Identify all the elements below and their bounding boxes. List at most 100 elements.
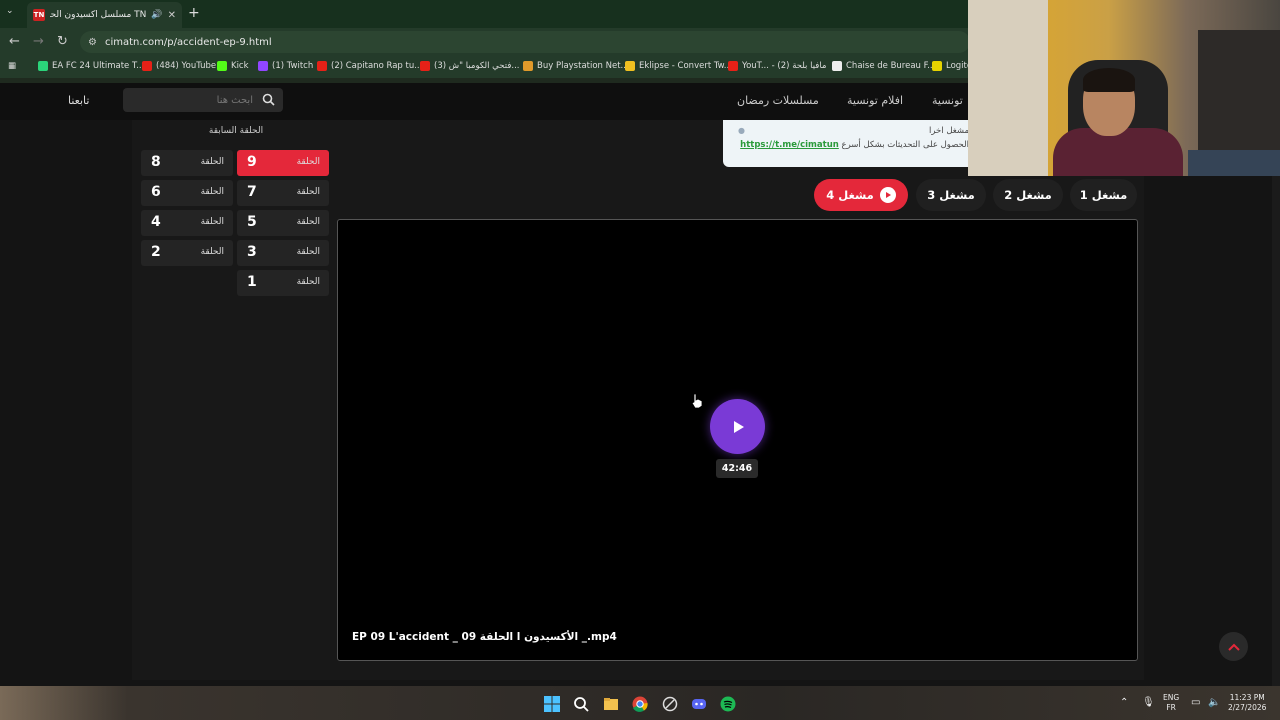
- bookmark-item[interactable]: YouT... - مافيا بلحة (2): [728, 61, 826, 71]
- previous-episode-title[interactable]: الحلقة السابقة: [140, 126, 332, 136]
- clock-time: 11:23 PM: [1229, 693, 1265, 702]
- lang-bottom: FR: [1166, 703, 1176, 712]
- episode-number: 5: [247, 214, 257, 230]
- search-icon[interactable]: [573, 696, 589, 712]
- bookmark-item[interactable]: Chaise de Bureau F...: [832, 61, 935, 71]
- page-edge: [1272, 176, 1280, 686]
- webcam-shelf: [1198, 30, 1280, 150]
- bullet-icon: ●: [738, 126, 745, 135]
- bookmark-label: (3) فتحي الكومبا "ش...: [434, 61, 520, 71]
- back-icon[interactable]: ←: [9, 34, 20, 49]
- follow-us-link[interactable]: تابعنا: [68, 94, 89, 107]
- tab-active[interactable]: TN TN مسلسل أكسيدون الحلقة 🔊 ✕: [27, 2, 182, 28]
- chrome-icon[interactable]: [632, 696, 648, 712]
- bookmark-label: (484) YouTube: [156, 61, 217, 71]
- search-box: [123, 88, 283, 112]
- episode-label: الحلقة: [200, 247, 224, 257]
- nav-ramadan-series[interactable]: مسلسلات رمضان: [737, 94, 819, 107]
- webcam-desk: [1188, 150, 1280, 176]
- scroll-to-top-button[interactable]: [1219, 632, 1248, 661]
- episode-4-button[interactable]: 4 الحلقة: [141, 210, 233, 236]
- discord-icon[interactable]: [691, 696, 707, 712]
- bookmark-item[interactable]: (1) Twitch: [258, 61, 313, 71]
- address-bar[interactable]: ⚙ cimatn.com/p/accident-ep-9.html: [80, 31, 970, 53]
- chevron-up-icon: [1227, 643, 1240, 651]
- episode-2-button[interactable]: 2 الحلقة: [141, 240, 233, 266]
- language-indicator[interactable]: ENG FR: [1163, 693, 1179, 713]
- episode-number: 7: [247, 184, 257, 200]
- bookmark-favicon-icon: [217, 61, 227, 71]
- video-player[interactable]: 42:46 EP 09 L'accident _ الحلقة 09 l الأ…: [337, 219, 1138, 661]
- bookmark-item[interactable]: Logite: [932, 61, 972, 71]
- close-tab-icon[interactable]: ✕: [168, 10, 176, 21]
- windows-start-icon[interactable]: [544, 696, 560, 712]
- bookmark-favicon-icon: [38, 61, 48, 71]
- play-circle-icon: [879, 187, 896, 203]
- tab-title: TN مسلسل أكسيدون الحلقة: [50, 10, 147, 20]
- episode-7-button[interactable]: 7 الحلقة: [237, 180, 329, 206]
- forward-icon[interactable]: →: [33, 34, 44, 49]
- bookmark-favicon-icon: [832, 61, 842, 71]
- clock-date: 2/27/2026: [1228, 703, 1267, 712]
- episode-number: 3: [247, 244, 257, 260]
- episode-8-button[interactable]: 8 الحلقة: [141, 150, 233, 176]
- taskbar: ⌃ 🎙 ENG FR ▭ 🔈 11:23 PM 2/27/2026: [0, 688, 1280, 720]
- site-info-icon[interactable]: ⚙: [88, 37, 97, 48]
- url-text[interactable]: cimatn.com/p/accident-ep-9.html: [105, 37, 272, 48]
- tray-chevron-icon[interactable]: ⌃: [1120, 698, 1128, 708]
- server-4-button[interactable]: مشغل 4: [814, 179, 908, 211]
- network-icon[interactable]: ▭: [1191, 698, 1200, 708]
- nav-tunisian[interactable]: تونسية: [932, 94, 963, 107]
- favicon-icon: TN: [33, 9, 45, 21]
- new-tab-icon[interactable]: +: [188, 5, 200, 21]
- episode-9-button[interactable]: 9 الحلقة: [237, 150, 329, 176]
- search-icon[interactable]: [262, 93, 275, 106]
- tab-search-chevron-icon[interactable]: ⌄: [6, 6, 14, 16]
- server-2-button[interactable]: مشغل 2: [993, 179, 1063, 211]
- nav-tunisian-movies[interactable]: افلام تونسية: [847, 94, 903, 107]
- bookmark-item[interactable]: Kick: [217, 61, 249, 71]
- bookmark-item[interactable]: (2) Capitano Rap tu...: [317, 61, 422, 71]
- reload-icon[interactable]: ↻: [57, 34, 68, 49]
- episode-number: 1: [247, 274, 257, 290]
- bookmark-item[interactable]: EA FC 24 Ultimate T...: [38, 61, 144, 71]
- bookmark-item[interactable]: Buy Playstation Net...: [523, 61, 629, 71]
- episode-6-button[interactable]: 6 الحلقة: [141, 180, 233, 206]
- bookmark-favicon-icon: [420, 61, 430, 71]
- bookmark-item[interactable]: (484) YouTube: [142, 61, 216, 71]
- server-3-label: مشغل 3: [927, 188, 975, 202]
- bookmark-favicon-icon: [625, 61, 635, 71]
- play-button[interactable]: [710, 399, 765, 454]
- server-4-label: مشغل 4: [826, 188, 874, 202]
- bookmark-label: Buy Playstation Net...: [537, 61, 629, 71]
- server-1-button[interactable]: مشغل 1: [1070, 179, 1137, 211]
- microphone-icon[interactable]: 🎙: [1142, 698, 1155, 708]
- apps-grid-icon[interactable]: ▦: [8, 61, 16, 71]
- play-icon: [733, 420, 744, 433]
- hand-cursor-icon: [691, 393, 703, 409]
- clock[interactable]: 11:23 PM 2/27/2026: [1228, 693, 1266, 713]
- episode-label: الحلقة: [296, 187, 320, 197]
- episode-number: 2: [151, 244, 161, 260]
- episode-3-button[interactable]: 3 الحلقة: [237, 240, 329, 266]
- episode-label: الحلقة: [296, 277, 320, 287]
- speaker-icon[interactable]: 🔊: [151, 10, 162, 20]
- search-input[interactable]: [133, 88, 253, 112]
- episode-label: الحلقة: [296, 247, 320, 257]
- app-icon[interactable]: [662, 696, 678, 712]
- bookmark-label: Chaise de Bureau F...: [846, 61, 936, 71]
- bookmark-item[interactable]: (3) فتحي الكومبا "ش...: [420, 61, 520, 71]
- episode-label: الحلقة: [200, 217, 224, 227]
- bookmark-favicon-icon: [142, 61, 152, 71]
- volume-icon[interactable]: 🔈: [1208, 698, 1220, 708]
- spotify-icon[interactable]: [720, 696, 736, 712]
- telegram-link[interactable]: https://t.me/cimatun: [740, 140, 839, 150]
- episode-1-button[interactable]: 1 الحلقة: [237, 270, 329, 296]
- notice-line-1: مشغل اخرا: [928, 126, 969, 136]
- file-explorer-icon[interactable]: [603, 696, 619, 712]
- bookmark-item[interactable]: Eklipse - Convert Tw...: [625, 61, 732, 71]
- server-1-label: مشغل 1: [1079, 188, 1128, 202]
- webcam-person-body: [1053, 128, 1183, 176]
- episode-5-button[interactable]: 5 الحلقة: [237, 210, 329, 236]
- server-3-button[interactable]: مشغل 3: [916, 179, 986, 211]
